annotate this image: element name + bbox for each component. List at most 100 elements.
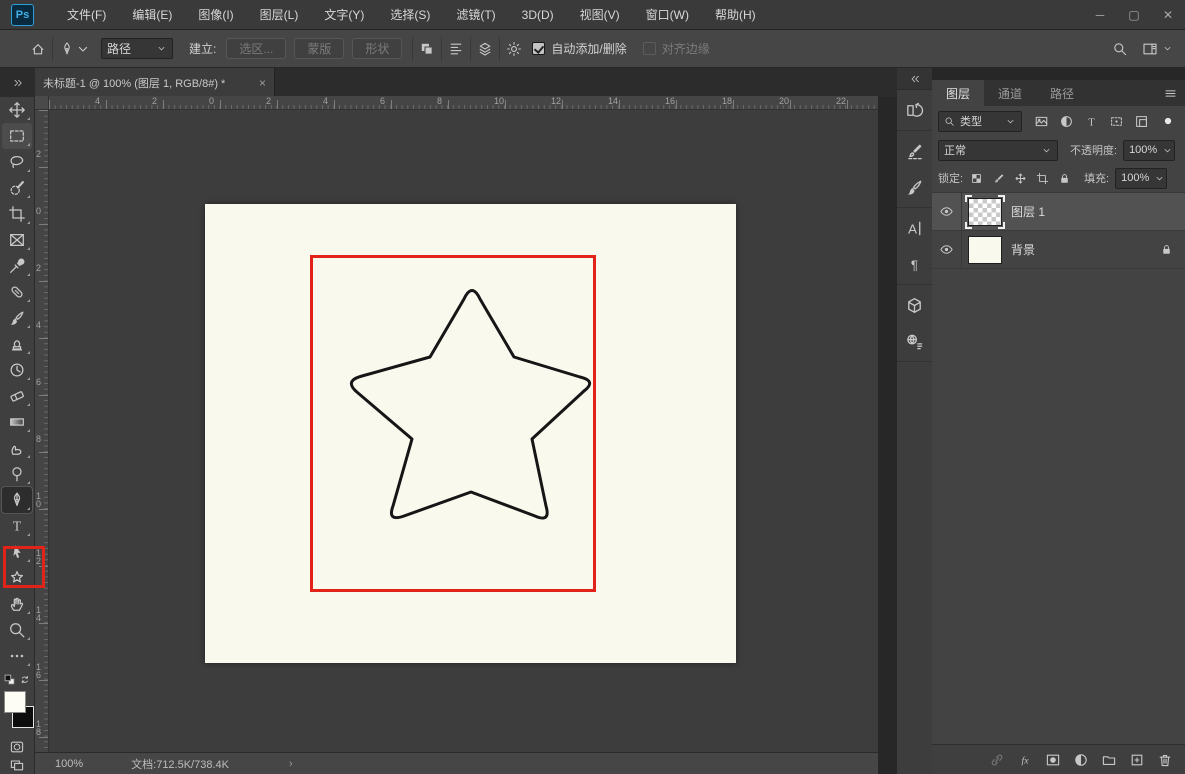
swap-colors-icon[interactable] <box>19 673 32 686</box>
layer-row[interactable]: 图层 1 <box>932 193 1185 231</box>
eyedropper-tool[interactable] <box>2 253 32 279</box>
filter-image-icon[interactable] <box>1030 111 1053 131</box>
history-brush-tool[interactable] <box>2 357 32 383</box>
tool-mode-dropdown[interactable]: 路径 <box>101 38 173 59</box>
menu-3D(D)[interactable]: 3D(D) <box>509 0 567 30</box>
history-panel-button[interactable] <box>902 98 928 122</box>
menu-选择(S)[interactable]: 选择(S) <box>377 0 443 30</box>
marquee-tool[interactable] <box>2 123 32 149</box>
dock-collapse-icon[interactable] <box>897 68 932 90</box>
brush-tool[interactable] <box>2 305 32 331</box>
healing-brush-tool[interactable] <box>2 279 32 305</box>
menu-文字(Y)[interactable]: 文字(Y) <box>311 0 377 30</box>
home-icon[interactable] <box>30 41 46 57</box>
brush-settings-panel-button[interactable] <box>902 139 928 163</box>
layer-name[interactable]: 图层 1 <box>1011 203 1045 220</box>
lock-move-icon[interactable] <box>1011 169 1030 187</box>
dodge-tool[interactable] <box>2 461 32 487</box>
foreground-color-swatch[interactable] <box>4 691 26 713</box>
delete-layer-icon[interactable] <box>1155 750 1175 770</box>
character-panel-button[interactable]: A <box>902 216 928 240</box>
layer-row[interactable]: 背景 <box>932 231 1185 269</box>
filter-toggle[interactable] <box>1157 111 1179 131</box>
zoom-level-field[interactable]: 100% <box>55 758 83 770</box>
menu-滤镜(T)[interactable]: 滤镜(T) <box>443 0 508 30</box>
filter-type-dropdown[interactable]: 类型 <box>938 111 1022 132</box>
add-mask-icon[interactable] <box>1043 750 1063 770</box>
document-canvas[interactable] <box>205 204 736 663</box>
pen-tool[interactable] <box>2 487 32 513</box>
screen-mode-button[interactable] <box>2 756 32 774</box>
zoom-tool[interactable] <box>2 617 32 643</box>
gradient-tool[interactable] <box>2 409 32 435</box>
menu-图层(L)[interactable]: 图层(L) <box>247 0 312 30</box>
make-button-形状[interactable]: 形状 <box>352 38 402 59</box>
auto-add-delete-checkbox[interactable] <box>532 42 545 55</box>
layer-visibility-toggle[interactable] <box>932 193 962 230</box>
brushes-panel-button[interactable] <box>902 175 928 199</box>
type-tool[interactable]: T <box>2 513 32 539</box>
lasso-tool[interactable] <box>2 149 32 175</box>
default-colors-icon[interactable] <box>3 673 17 687</box>
layer-thumbnail[interactable] <box>968 198 1002 226</box>
eraser-tool[interactable] <box>2 383 32 409</box>
menu-帮助(H)[interactable]: 帮助(H) <box>702 0 769 30</box>
panel-tab-图层[interactable]: 图层 <box>932 80 984 106</box>
blend-mode-dropdown[interactable]: 正常 <box>938 140 1058 161</box>
path-select-tool[interactable] <box>2 539 32 565</box>
new-layer-icon[interactable] <box>1127 750 1147 770</box>
3d-panel-button[interactable] <box>902 293 928 317</box>
toolbar-expand-icon[interactable] <box>0 68 35 97</box>
filter-smart-icon[interactable] <box>1130 111 1153 131</box>
workspace-icon[interactable] <box>1142 41 1158 57</box>
paragraph-panel-button[interactable]: ¶ <box>902 252 928 276</box>
align-edges-checkbox[interactable] <box>643 42 656 55</box>
clone-stamp-tool[interactable] <box>2 331 32 357</box>
document-tab-close-icon[interactable]: × <box>259 76 266 90</box>
status-expander-icon[interactable]: › <box>289 758 293 770</box>
smudge-tool[interactable] <box>2 435 32 461</box>
minimize-button[interactable]: ─ <box>1083 0 1117 30</box>
libraries-panel-button[interactable] <box>902 329 928 353</box>
layer-name[interactable]: 背景 <box>1011 241 1035 258</box>
crop-tool[interactable] <box>2 201 32 227</box>
panel-tab-通道[interactable]: 通道 <box>984 80 1036 106</box>
edit-toolbar-button[interactable] <box>2 643 32 669</box>
fill-dropdown[interactable]: 100% <box>1115 168 1167 189</box>
make-button-选区...[interactable]: 选区... <box>226 38 286 59</box>
filter-type-icon[interactable]: T <box>1080 111 1103 131</box>
layer-visibility-toggle[interactable] <box>932 231 962 268</box>
menu-窗口(W)[interactable]: 窗口(W) <box>633 0 702 30</box>
panel-tab-路径[interactable]: 路径 <box>1036 80 1088 106</box>
maximize-button[interactable]: ▢ <box>1117 0 1151 30</box>
path-arrange-icon[interactable] <box>477 41 493 57</box>
menu-视图(V)[interactable]: 视图(V) <box>567 0 633 30</box>
menu-编辑(E)[interactable]: 编辑(E) <box>119 0 185 30</box>
lock-transparent-icon[interactable] <box>967 169 986 187</box>
lock-paint-icon[interactable] <box>989 169 1008 187</box>
lock-all-icon[interactable] <box>1055 169 1074 187</box>
shape-tool[interactable] <box>2 565 32 591</box>
lock-artboard-icon[interactable] <box>1033 169 1052 187</box>
menu-文件(F)[interactable]: 文件(F) <box>54 0 119 30</box>
make-button-蒙版[interactable]: 蒙版 <box>294 38 344 59</box>
search-icon[interactable] <box>1112 41 1128 57</box>
adjustment-layer-icon[interactable] <box>1071 750 1091 770</box>
layer-style-icon[interactable]: fx <box>1015 750 1035 770</box>
move-tool[interactable] <box>2 97 32 123</box>
pen-tool-preset-icon[interactable] <box>59 41 75 57</box>
opacity-dropdown[interactable]: 100% <box>1123 140 1175 161</box>
path-alignment-icon[interactable] <box>448 41 464 57</box>
panel-menu-icon[interactable] <box>1155 80 1185 106</box>
new-group-icon[interactable] <box>1099 750 1119 770</box>
chevron-down-icon[interactable] <box>1162 43 1173 54</box>
frame-tool[interactable] <box>2 227 32 253</box>
filter-shape-icon[interactable] <box>1105 111 1128 131</box>
menu-图像(I)[interactable]: 图像(I) <box>185 0 246 30</box>
gear-icon[interactable] <box>506 41 522 57</box>
quick-select-tool[interactable] <box>2 175 32 201</box>
layer-thumbnail[interactable] <box>968 236 1002 264</box>
path-operations-icon[interactable] <box>419 41 435 57</box>
hand-tool[interactable] <box>2 591 32 617</box>
document-tab[interactable]: 未标题-1 @ 100% (图层 1, RGB/8#) * × <box>35 68 275 97</box>
